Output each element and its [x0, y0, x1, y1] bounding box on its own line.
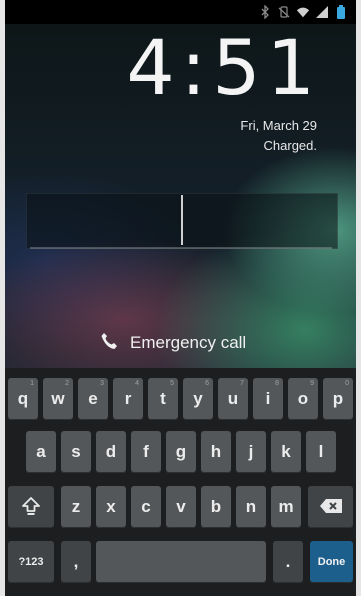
key-z[interactable]: z [61, 486, 91, 528]
battery-status-text: Charged. [263, 138, 317, 153]
key-label: u [227, 389, 239, 408]
key-hint: 6 [205, 380, 209, 387]
key-e[interactable]: e3 [78, 378, 108, 420]
bluetooth-icon [258, 5, 272, 19]
key-h[interactable]: h [201, 431, 231, 473]
signal-icon [315, 5, 329, 19]
key-c[interactable]: c [131, 486, 161, 528]
done-key[interactable]: Done [310, 541, 353, 583]
key-label: a [36, 442, 46, 461]
key-label: y [193, 389, 203, 408]
key-d[interactable]: d [96, 431, 126, 473]
key-label: n [245, 497, 257, 516]
key-label: j [248, 442, 254, 461]
backspace-icon [319, 498, 343, 517]
key-label: z [71, 497, 81, 516]
phone-icon [100, 332, 118, 355]
key-r[interactable]: r4 [113, 378, 143, 420]
lockscreen-date: Fri, March 29 [240, 118, 317, 133]
key-hint: 3 [100, 380, 104, 387]
key-label: l [318, 442, 324, 461]
text-cursor [181, 195, 183, 245]
key-label: q [17, 389, 29, 408]
key-label: x [106, 497, 116, 516]
comma-label: , [73, 552, 79, 571]
key-s[interactable]: s [61, 431, 91, 473]
emergency-call-button[interactable]: Emergency call [100, 328, 246, 358]
key-label: s [71, 442, 81, 461]
key-i[interactable]: i8 [253, 378, 283, 420]
comma-key[interactable]: , [61, 541, 91, 583]
key-l[interactable]: l [306, 431, 336, 473]
key-hint: 4 [135, 380, 139, 387]
key-label: b [210, 497, 222, 516]
key-p[interactable]: p0 [323, 378, 353, 420]
key-x[interactable]: x [96, 486, 126, 528]
key-label: m [278, 497, 294, 516]
key-hint: 2 [65, 380, 69, 387]
vibrate-icon [277, 5, 291, 19]
key-o[interactable]: o9 [288, 378, 318, 420]
key-label: k [281, 442, 291, 461]
done-label: Done [317, 556, 346, 568]
symbols-label: ?123 [18, 556, 44, 568]
key-label: g [175, 442, 187, 461]
key-hint: 5 [170, 380, 174, 387]
key-v[interactable]: v [166, 486, 196, 528]
key-label: v [176, 497, 186, 516]
key-w[interactable]: w2 [43, 378, 73, 420]
key-hint: 1 [30, 380, 34, 387]
key-n[interactable]: n [236, 486, 266, 528]
shift-key[interactable] [8, 486, 54, 528]
key-label: c [141, 497, 151, 516]
lockscreen-clock: 4:51 [126, 23, 321, 112]
screen-border-right [356, 0, 361, 596]
key-y[interactable]: y6 [183, 378, 213, 420]
key-label: r [124, 389, 132, 408]
key-label: t [160, 389, 166, 408]
key-m[interactable]: m [271, 486, 301, 528]
key-label: p [332, 389, 344, 408]
symbols-key[interactable]: ?123 [8, 541, 54, 583]
wifi-icon [296, 5, 310, 19]
emergency-call-label: Emergency call [130, 333, 247, 352]
battery-icon [334, 5, 348, 19]
key-b[interactable]: b [201, 486, 231, 528]
key-hint: 8 [275, 380, 279, 387]
key-t[interactable]: t5 [148, 378, 178, 420]
pin-entry-underline [30, 247, 332, 249]
soft-keyboard: q1 w2 e3 r4 t5 y6 u7 i8 o9 p0 a s d f g … [5, 368, 356, 596]
key-k[interactable]: k [271, 431, 301, 473]
key-hint: 0 [345, 380, 349, 387]
key-hint: 9 [310, 380, 314, 387]
period-key[interactable]: . [273, 541, 303, 583]
key-g[interactable]: g [166, 431, 196, 473]
key-q[interactable]: q1 [8, 378, 38, 420]
space-key[interactable] [96, 541, 266, 583]
key-label: e [88, 389, 98, 408]
key-j[interactable]: j [236, 431, 266, 473]
key-label: o [297, 389, 309, 408]
period-label: . [285, 552, 291, 571]
key-u[interactable]: u7 [218, 378, 248, 420]
key-label: h [210, 442, 222, 461]
key-f[interactable]: f [131, 431, 161, 473]
shift-icon [21, 496, 41, 519]
backspace-key[interactable] [308, 486, 353, 528]
key-a[interactable]: a [26, 431, 56, 473]
key-label: d [105, 442, 117, 461]
key-label: i [265, 389, 271, 408]
key-label: f [143, 442, 149, 461]
key-hint: 7 [240, 380, 244, 387]
status-bar [5, 0, 356, 24]
key-label: w [51, 389, 65, 408]
